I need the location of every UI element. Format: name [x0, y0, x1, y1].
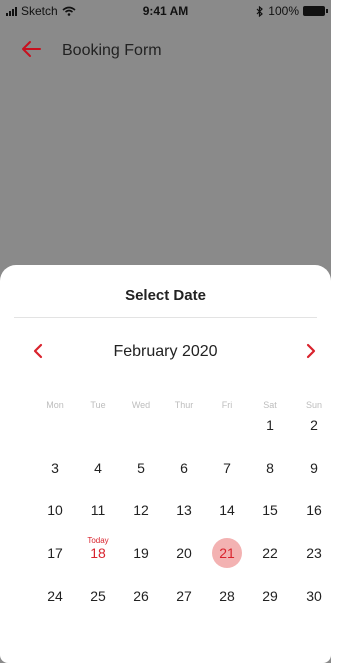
calendar-day[interactable]: 4 [83, 453, 113, 483]
calendar-day[interactable]: 10 [40, 495, 70, 525]
calendar-day[interactable]: 13 [169, 495, 199, 525]
back-arrow-icon[interactable] [18, 36, 44, 62]
calendar-day[interactable]: 8 [255, 453, 285, 483]
status-bar: Sketch 9:41 AM 100% [0, 0, 331, 22]
calendar-day[interactable]: 27 [169, 581, 199, 611]
calendar-day[interactable]: 6 [169, 453, 199, 483]
calendar-day[interactable]: 19 [126, 538, 156, 568]
date-picker-sheet: Select Date February 2020 Mon Tue Wed Thur F… [0, 265, 331, 663]
calendar-day[interactable]: 9 [299, 453, 329, 483]
calendar-day[interactable]: 15 [255, 495, 285, 525]
calendar-day[interactable]: 14 [212, 495, 242, 525]
calendar-day[interactable]: 24 [40, 581, 70, 611]
calendar-day[interactable]: 28 [212, 581, 242, 611]
calendar-day[interactable]: 29 [255, 581, 285, 611]
calendar-day[interactable]: 22 [255, 538, 285, 568]
status-right: 100% [256, 4, 328, 18]
calendar-day[interactable]: 17 [40, 538, 70, 568]
calendar-day[interactable]: 3 [40, 453, 70, 483]
calendar-day[interactable]: 23 [299, 538, 329, 568]
app-header: Booking Form [0, 28, 331, 72]
screen: Sketch 9:41 AM 100% Booking Form Select … [0, 0, 331, 663]
calendar-day[interactable]: 5 [126, 453, 156, 483]
page-title: Booking Form [62, 42, 162, 59]
calendar-day[interactable]: 7 [212, 453, 242, 483]
calendar-day[interactable]: 25 [83, 581, 113, 611]
calendar-day[interactable]: 20 [169, 538, 199, 568]
calendar-day[interactable]: 16 [299, 495, 329, 525]
calendar-grid: 1 2 3 4 5 6 7 8 9 10 11 12 13 14 15 16 17 Today 18 19 20 21 22… [0, 265, 331, 663]
calendar-day[interactable]: 2 [299, 410, 329, 440]
calendar-day[interactable]: 12 [126, 495, 156, 525]
battery-icon [303, 6, 328, 16]
calendar-day[interactable]: 11 [83, 495, 113, 525]
calendar-day[interactable]: 26 [126, 581, 156, 611]
battery-label: 100% [268, 4, 299, 18]
calendar-day[interactable]: 30 [299, 581, 329, 611]
bluetooth-icon [256, 5, 264, 17]
calendar-day[interactable]: 18 [83, 538, 113, 568]
calendar-day[interactable]: 1 [255, 410, 285, 440]
calendar-day[interactable]: 21 [212, 538, 242, 568]
